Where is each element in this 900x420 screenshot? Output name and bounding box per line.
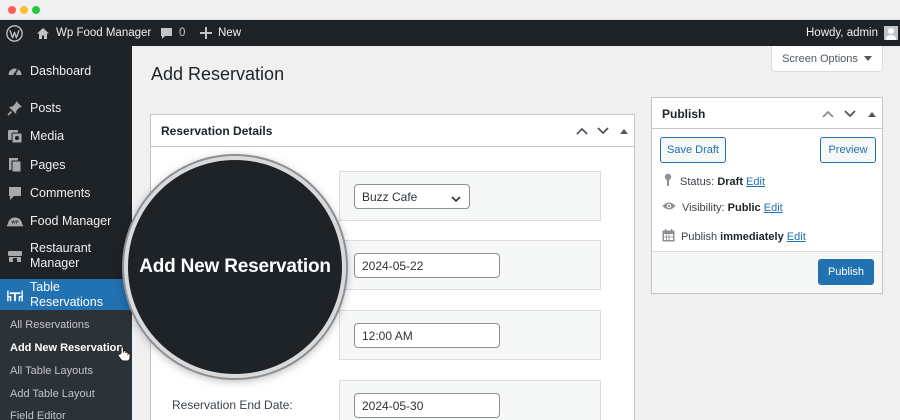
- sidebar-label-media: Media: [30, 128, 65, 143]
- account-menu[interactable]: Howdy, admin: [806, 20, 899, 46]
- visibility-value: Public: [727, 201, 761, 214]
- eye-icon: [662, 201, 676, 214]
- sidebar-label-posts: Posts: [30, 100, 62, 115]
- sidebar-label-pages: Pages: [30, 157, 66, 172]
- move-up-icon[interactable]: [574, 115, 590, 147]
- avatar: [884, 26, 899, 40]
- edit-publish-date-link[interactable]: Edit: [787, 231, 806, 243]
- reservation-end-date-card: 2024-05-30: [339, 380, 601, 420]
- sidebar-item-restaurant-manager[interactable]: Restaurant Manager: [0, 240, 132, 272]
- reservation-details-title: Reservation Details: [161, 124, 273, 138]
- food-manager-icon: WP: [7, 213, 23, 229]
- calendar-icon: [662, 229, 675, 245]
- page-title: Add Reservation: [151, 64, 285, 84]
- move-down-icon[interactable]: [595, 115, 611, 147]
- sidebar-label-table-reservations: Table Reservations: [30, 279, 103, 309]
- comments-count: 0: [179, 27, 186, 39]
- admin-sidebar: Dashboard Posts Media Pages Comments WP …: [0, 46, 132, 420]
- collapse-toggle-icon[interactable]: [616, 115, 632, 147]
- reservation-details-header: Reservation Details: [151, 115, 634, 147]
- zoom-callout-text: Add New Reservation: [139, 256, 331, 277]
- submenu-all-reservations[interactable]: All Reservations: [10, 319, 89, 331]
- pin-icon: [7, 100, 23, 116]
- screen-options-label: Screen Options: [782, 52, 858, 65]
- screen-options-button[interactable]: Screen Options: [771, 46, 883, 72]
- comment-icon: [7, 185, 23, 201]
- sidebar-item-comments[interactable]: Comments: [0, 182, 132, 204]
- status-row: Status: Draft Edit: [662, 173, 765, 190]
- sidebar-item-food-manager[interactable]: WP Food Manager: [0, 210, 132, 232]
- publish-title: Publish: [662, 107, 706, 121]
- sidebar-label-food-manager: Food Manager: [30, 213, 112, 228]
- sidebar-item-table-reservations[interactable]: Table Reservations: [0, 279, 132, 310]
- site-name-link[interactable]: Wp Food Manager: [36, 20, 151, 46]
- submenu-all-table-layouts[interactable]: All Table Layouts: [10, 365, 93, 377]
- media-icon: [7, 128, 23, 144]
- publish-actions: Publish: [652, 251, 882, 293]
- home-icon: [36, 27, 50, 40]
- chevron-down-icon: [451, 192, 461, 206]
- submenu-field-editor[interactable]: Field Editor: [10, 410, 66, 420]
- reservation-time-input[interactable]: 12:00 AM: [354, 323, 500, 348]
- visibility-row: Visibility: Public Edit: [662, 201, 783, 214]
- maximize-window-button[interactable]: [32, 6, 40, 14]
- status-label: Status:: [680, 175, 715, 188]
- caret-down-icon: [863, 53, 872, 65]
- close-window-button[interactable]: [8, 6, 16, 14]
- publish-date-row: Publish immediately Edit: [662, 229, 806, 245]
- key-pin-icon: [662, 173, 674, 190]
- site-name-label: Wp Food Manager: [56, 27, 152, 39]
- hand-cursor-icon: [117, 346, 131, 367]
- wordpress-logo-icon[interactable]: [6, 20, 23, 46]
- publish-date-label: Publish: [681, 231, 718, 243]
- new-content-link[interactable]: New: [200, 20, 241, 46]
- reservation-date-card: 2024-05-22: [339, 240, 601, 290]
- reservation-end-date-label: Reservation End Date:: [172, 398, 293, 412]
- plus-icon: [200, 27, 212, 39]
- save-draft-button[interactable]: Save Draft: [660, 137, 726, 163]
- preview-button[interactable]: Preview: [820, 137, 876, 163]
- restaurant-select-value: Buzz Cafe: [362, 189, 418, 204]
- zoom-callout: Add New Reservation: [124, 156, 346, 378]
- minimize-window-button[interactable]: [20, 6, 28, 14]
- comments-link[interactable]: 0: [160, 20, 185, 46]
- sidebar-label-restaurant-manager: Restaurant Manager: [30, 241, 92, 270]
- publish-box: Publish Save Draft Preview Status: Draft…: [651, 97, 883, 294]
- publish-button[interactable]: Publish: [818, 259, 874, 285]
- dashboard-icon: [7, 63, 23, 79]
- sidebar-item-pages[interactable]: Pages: [0, 154, 132, 176]
- sidebar-label-comments: Comments: [30, 185, 91, 200]
- restaurant-select[interactable]: Buzz Cafe: [354, 184, 470, 209]
- browser-title-bar: [0, 0, 900, 20]
- new-label: New: [218, 27, 242, 39]
- table-icon: [7, 287, 23, 303]
- svg-text:WP: WP: [11, 220, 18, 225]
- reservation-date-input[interactable]: 2024-05-22: [354, 253, 500, 278]
- restaurant-icon: [7, 248, 23, 264]
- restaurant-field-card: Buzz Cafe: [339, 171, 601, 221]
- pages-icon: [7, 157, 23, 173]
- submenu-add-new-reservation[interactable]: Add New Reservation: [10, 342, 123, 354]
- status-value: Draft: [717, 175, 743, 188]
- publish-move-down-icon[interactable]: [842, 98, 858, 129]
- sidebar-item-dashboard[interactable]: Dashboard: [0, 60, 132, 82]
- edit-visibility-link[interactable]: Edit: [764, 202, 783, 214]
- publish-date-value: immediately: [720, 231, 784, 243]
- publish-move-up-icon[interactable]: [820, 98, 836, 129]
- sidebar-item-posts[interactable]: Posts: [0, 97, 132, 119]
- comment-bubble-icon: [160, 27, 173, 40]
- submenu-add-table-layout[interactable]: Add Table Layout: [10, 388, 95, 400]
- admin-bar: Wp Food Manager 0 New Howdy, admin: [0, 20, 900, 46]
- howdy-label: Howdy, admin: [806, 27, 879, 39]
- table-reservations-submenu: All Reservations Add New Reservation All…: [0, 310, 132, 420]
- publish-header: Publish: [652, 98, 882, 129]
- visibility-label: Visibility:: [682, 201, 725, 214]
- reservation-end-date-input[interactable]: 2024-05-30: [354, 393, 500, 418]
- edit-status-link[interactable]: Edit: [746, 176, 765, 188]
- sidebar-label-dashboard: Dashboard: [30, 63, 92, 78]
- publish-collapse-toggle-icon[interactable]: [864, 98, 880, 129]
- reservation-time-card: 12:00 AM: [339, 310, 601, 360]
- sidebar-item-media[interactable]: Media: [0, 125, 132, 147]
